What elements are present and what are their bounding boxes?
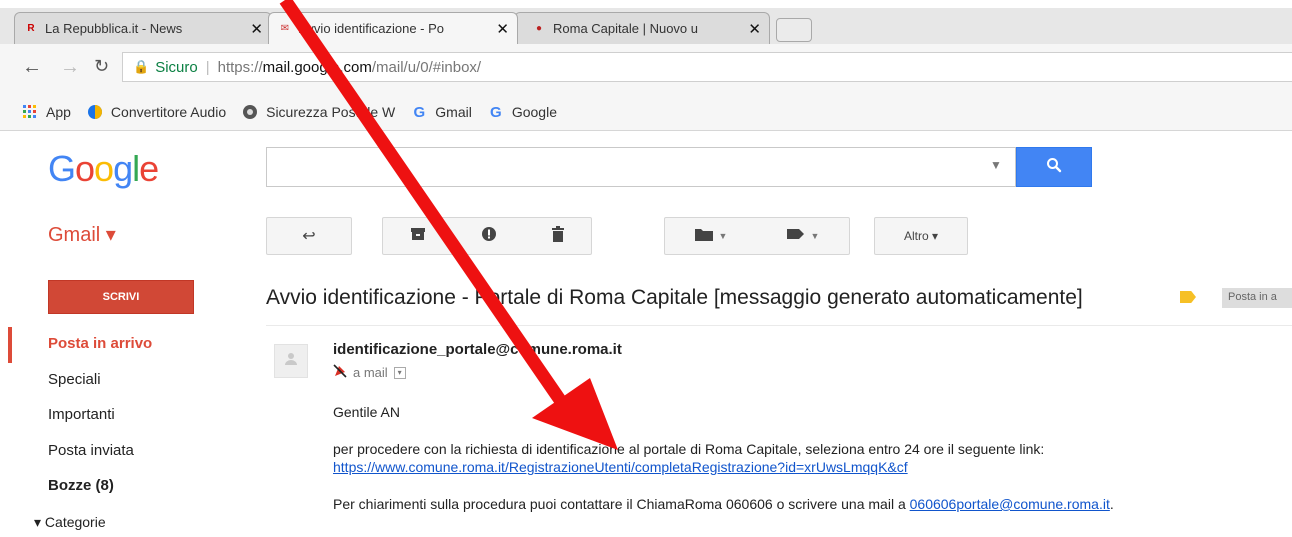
- logo-letter: g: [113, 148, 133, 189]
- bookmark-convertitore[interactable]: Convertitore Audio: [87, 104, 226, 120]
- google-logo[interactable]: Google: [48, 148, 159, 190]
- bookmark-label: App: [46, 104, 71, 120]
- contact-suffix: .: [1109, 496, 1114, 512]
- new-tab-button[interactable]: [776, 18, 812, 42]
- no-photo-icon: [333, 364, 347, 381]
- more-actions-button[interactable]: Altro ▾: [874, 217, 968, 255]
- browser-toolbar: ← → ↻ 🔒 Sicuro | https://mail.google.com…: [0, 44, 1292, 94]
- recipient-label: a mail: [353, 365, 388, 380]
- back-to-inbox-button[interactable]: ↩: [266, 217, 352, 255]
- forward-arrow-icon[interactable]: →: [60, 56, 80, 79]
- registration-link[interactable]: https://www.comune.roma.it/Registrazione…: [333, 459, 908, 475]
- message-greeting: Gentile AN: [333, 404, 400, 420]
- archive-icon[interactable]: [410, 227, 426, 246]
- chevron-down-icon: ▼: [718, 231, 728, 241]
- sidebar-item-categories[interactable]: ▾ Categorie: [34, 514, 106, 531]
- address-separator: |: [205, 58, 210, 76]
- bookmark-google[interactable]: G Google: [488, 103, 557, 121]
- organize-group: ▼ ▼: [664, 217, 850, 255]
- registration-link-wrapper: https://www.comune.roma.it/Registrazione…: [333, 459, 908, 475]
- close-tab-icon[interactable]: ✕: [496, 20, 509, 38]
- secure-label: Sicuro: [155, 58, 198, 76]
- close-tab-icon[interactable]: ✕: [250, 20, 263, 38]
- google-icon: G: [413, 103, 426, 121]
- arrow-head: [532, 378, 618, 450]
- logo-letter: o: [75, 148, 95, 189]
- bookmark-label: Gmail: [435, 104, 472, 120]
- roma-favicon-icon: ●: [535, 23, 543, 34]
- sender-avatar: [274, 344, 308, 378]
- sidebar-item-important[interactable]: Importanti: [48, 406, 115, 423]
- tab-roma-capitale[interactable]: ● Roma Capitale | Nuovo u ✕: [514, 12, 770, 44]
- labels-button[interactable]: ▼: [786, 227, 820, 246]
- message-line-2: Per chiarimenti sulla procedura puoi con…: [333, 496, 1114, 512]
- chevron-down-icon: ▼: [810, 231, 820, 241]
- logo-letter: o: [94, 148, 114, 189]
- tab-strip: R La Repubblica.it - News ✕ ✉ Avvio iden…: [0, 0, 1292, 45]
- bookmark-label: Sicurezza Postale W: [266, 104, 396, 120]
- message-line-1: per procedere con la richiesta di identi…: [333, 441, 1045, 457]
- bookmark-sicurezza[interactable]: Sicurezza Postale W: [242, 104, 395, 120]
- bookmark-app[interactable]: App: [22, 104, 71, 120]
- compose-button[interactable]: SCRIVI: [48, 280, 194, 314]
- search-button[interactable]: [1016, 147, 1092, 187]
- recipient-line: a mail ▾: [333, 364, 406, 381]
- logo-letter: e: [139, 148, 159, 189]
- search-options-caret-icon[interactable]: ▼: [990, 158, 1002, 172]
- apps-grid-icon: [22, 104, 38, 120]
- contact-email-link[interactable]: 060606portale@comune.roma.it: [910, 496, 1110, 512]
- move-to-folder-button[interactable]: ▼: [694, 227, 728, 246]
- lock-icon: 🔒: [133, 59, 150, 74]
- inbox-label-chip[interactable]: Posta in a: [1222, 288, 1292, 308]
- url-host: mail.google.com: [262, 58, 372, 76]
- gmail-favicon-icon: ✉: [280, 23, 290, 34]
- tab-repubblica[interactable]: R La Repubblica.it - News ✕: [14, 12, 272, 44]
- logo-letter: G: [48, 148, 76, 189]
- subject-divider: [266, 325, 1292, 326]
- sidebar-item-sent[interactable]: Posta inviata: [48, 442, 134, 459]
- tab-title: Avvio identificazione - Po: [299, 21, 445, 36]
- back-icon: ↩: [302, 228, 316, 245]
- sidebar-item-starred[interactable]: Speciali: [48, 371, 101, 388]
- url-path: /mail/u/0/#inbox/: [371, 58, 482, 76]
- circle-icon: [87, 104, 103, 120]
- delete-icon[interactable]: [551, 225, 564, 247]
- message-actions-group: [382, 217, 592, 255]
- more-actions-label: Altro ▾: [903, 229, 939, 243]
- url-protocol: https://: [217, 58, 263, 76]
- tab-title: Roma Capitale | Nuovo u: [553, 21, 699, 36]
- importance-marker-icon[interactable]: [1180, 291, 1196, 303]
- contact-text: Per chiarimenti sulla procedura puoi con…: [333, 496, 910, 512]
- folder-icon: [694, 227, 713, 246]
- google-icon: G: [490, 103, 502, 121]
- bookmark-gmail[interactable]: G Gmail: [411, 103, 472, 121]
- recipient-details-dropdown-icon[interactable]: ▾: [393, 366, 406, 379]
- search-input[interactable]: [266, 147, 1016, 187]
- search-icon: [1046, 157, 1062, 178]
- bookmarks-bar: App Convertitore Audio Sicurezza Postale…: [0, 94, 1292, 131]
- person-icon: [284, 352, 298, 371]
- bookmark-label: Google: [511, 104, 557, 120]
- active-indicator: [8, 327, 12, 363]
- sidebar-item-inbox[interactable]: Posta in arrivo: [48, 335, 152, 352]
- gmail-menu[interactable]: Gmail ▾: [48, 222, 116, 247]
- message-subject: Avvio identificazione - Portale di Roma …: [266, 286, 1083, 309]
- repubblica-favicon-icon: R: [27, 23, 35, 34]
- reload-icon[interactable]: ↻: [94, 56, 109, 77]
- label-tag-icon: [786, 227, 805, 246]
- sidebar-item-drafts[interactable]: Bozze (8): [48, 477, 114, 494]
- shield-icon: [242, 104, 258, 120]
- close-tab-icon[interactable]: ✕: [748, 20, 761, 38]
- back-arrow-icon[interactable]: ←: [22, 56, 42, 79]
- tab-gmail[interactable]: ✉ Avvio identificazione - Po ✕: [268, 12, 518, 44]
- bookmark-label: Convertitore Audio: [110, 104, 227, 120]
- report-spam-icon[interactable]: [481, 226, 497, 247]
- tab-title: La Repubblica.it - News: [45, 21, 183, 36]
- address-bar[interactable]: 🔒 Sicuro | https://mail.google.com/mail/…: [122, 52, 1292, 82]
- sender-address[interactable]: identificazione_portale@comune.roma.it: [333, 341, 622, 358]
